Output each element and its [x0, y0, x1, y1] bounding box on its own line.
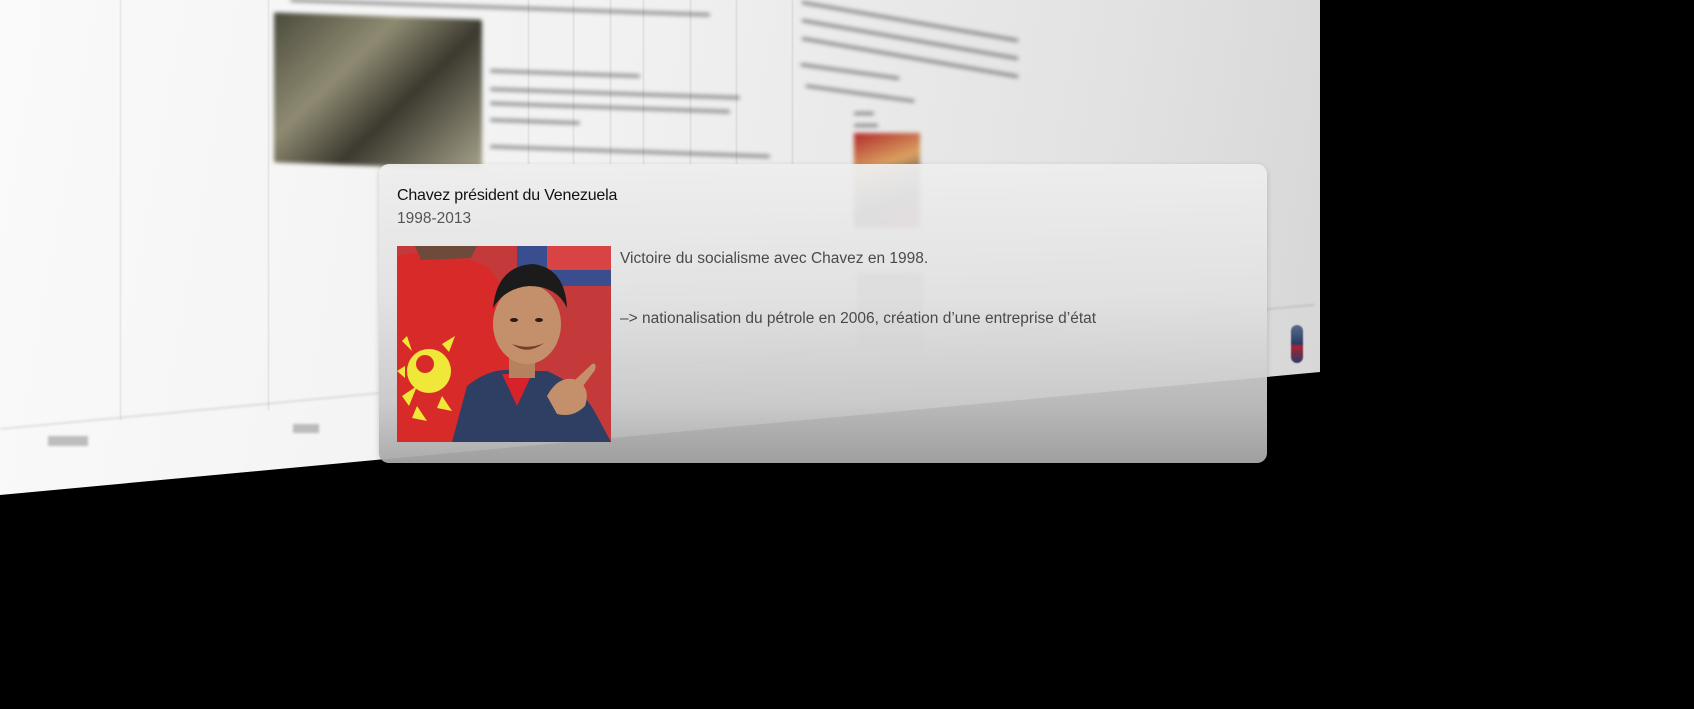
event-photo: [397, 246, 611, 442]
timeline-year-tick: [48, 436, 88, 446]
event-title: Chavez président du Venezuela: [397, 187, 618, 204]
timeline-year-tick: [293, 424, 319, 433]
event-description-line: –> nationalisation du pétrole en 2006, c…: [620, 310, 1097, 327]
event-dates: 1998-2013: [397, 210, 472, 227]
person-photo: [397, 246, 611, 442]
event-description-line: Victoire du socialisme avec Chavez en 19…: [620, 250, 929, 267]
event-detail-card[interactable]: Chavez président du Venezuela 1998-2013: [379, 164, 1267, 463]
timeline-viewer: Chavez président du Venezuela 1998-2013: [0, 0, 1694, 709]
background-text-block: [0, 0, 1320, 160]
timeline-navigator-icon[interactable]: [1291, 325, 1303, 363]
